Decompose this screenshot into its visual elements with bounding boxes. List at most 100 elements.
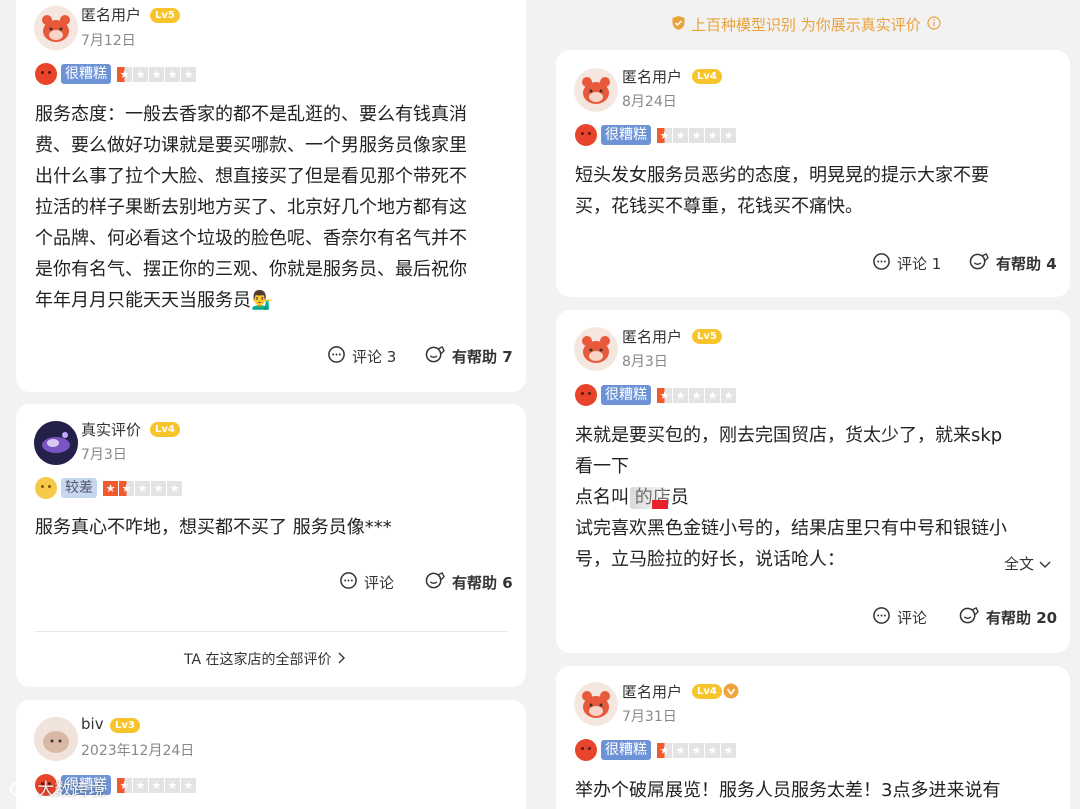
star-rating [657,387,737,403]
rating: 很糟糕 [575,739,737,761]
username[interactable]: 匿名用户 [622,66,682,87]
star-icon [103,480,118,496]
comment-button[interactable]: 评论 [872,606,927,629]
level-badge: Lv5 [692,329,722,344]
star-icon [117,66,132,82]
username[interactable]: 匿名用户 [622,326,682,347]
rating-label: 很糟糕 [61,64,111,84]
star-icon [673,387,688,403]
divider [35,631,507,632]
redaction-mark [652,500,668,509]
star-icon [151,480,166,496]
verified-badge-icon [723,683,739,703]
watermark: 大数跨境 [10,775,105,800]
avatar[interactable] [34,6,78,50]
helpful-button[interactable]: 有帮助 4 [969,252,1057,275]
rating-label: 很糟糕 [601,125,651,145]
avatar[interactable] [574,327,618,371]
angry-face-icon [575,124,597,146]
avatar[interactable] [574,682,618,726]
star-icon [721,742,736,758]
info-icon[interactable] [927,15,941,34]
comment-icon [327,345,346,368]
star-rating [657,127,737,143]
star-icon [165,777,180,793]
rating: 很糟糕 [575,124,737,146]
comment-button[interactable]: 评论 1 [872,252,941,275]
avatar[interactable] [34,717,78,761]
star-icon [165,66,180,82]
star-icon [689,127,704,143]
username[interactable]: 匿名用户 [622,681,682,702]
helpful-button[interactable]: 有帮助 7 [425,345,513,368]
comment-icon [872,606,891,629]
review-date: 7月12日 [81,33,136,49]
helpful-icon [959,606,980,629]
review-text: 服务态度：一般去香家的都不是乱逛的、要么有钱真消 费、要么做好功课就是要买哪款、一… [35,104,467,311]
star-icon [149,777,164,793]
star-icon [133,66,148,82]
star-icon [705,387,720,403]
level-badge: Lv5 [150,8,180,23]
star-icon [673,127,688,143]
star-icon [133,777,148,793]
star-icon [689,742,704,758]
expand-full-text-button[interactable]: 全文 [1004,553,1051,574]
review-date: 7月31日 [622,709,677,725]
star-icon [657,387,672,403]
star-icon [705,742,720,758]
angry-face-icon [35,63,57,85]
rating-label: 较差 [61,478,97,498]
avatar[interactable] [574,68,618,112]
review-date: 7月3日 [81,447,127,463]
chevron-right-icon [336,652,346,668]
comment-button[interactable]: 评论 [339,571,394,594]
review-date: 8月3日 [622,354,668,370]
level-badge: Lv3 [110,718,140,733]
comment-icon [872,252,891,275]
star-icon [149,66,164,82]
review-text: 服务真心不咋地，想买都不买了 服务员像*** [35,517,392,538]
chevron-down-icon [1039,555,1051,573]
helpful-icon [425,345,446,368]
level-badge: Lv4 [692,69,722,84]
star-rating [657,742,737,758]
authentic-review-note: 上百种模型识别 为你展示真实评价 [671,14,941,35]
star-icon [181,777,196,793]
username[interactable]: 匿名用户 [81,4,141,25]
avatar[interactable] [34,421,78,465]
username[interactable]: biv [81,715,104,733]
rating: 很糟糕 [35,63,197,85]
helpful-icon [969,252,990,275]
comment-button[interactable]: 评论 3 [327,345,396,368]
star-icon [119,480,134,496]
helpful-button[interactable]: 有帮助 20 [959,606,1057,629]
star-icon [181,66,196,82]
level-badge: Lv4 [150,422,180,437]
review-date: 8月24日 [622,94,677,110]
star-icon [673,742,688,758]
star-icon [167,480,182,496]
rating: 很糟糕 [575,384,737,406]
helpful-button[interactable]: 有帮助 6 [425,571,513,594]
star-icon [721,127,736,143]
helpful-icon [425,571,446,594]
star-icon [117,777,132,793]
star-rating [117,66,197,82]
star-rating [103,480,183,496]
rating-label: 很糟糕 [601,385,651,405]
level-badge: Lv4 [692,684,722,699]
review-date: 2023年12月24日 [81,743,195,759]
star-rating [117,777,197,793]
username[interactable]: 真实评价 [81,419,141,440]
star-icon [657,127,672,143]
review-text: 举办个破屌展览！服务人员服务太差！3点多进来说有 [575,780,1001,801]
rating-label: 很糟糕 [601,740,651,760]
star-icon [135,480,150,496]
review-text: 短头发女服务员恶劣的态度，明晃晃的提示大家不要 买，花钱买不尊重，花钱买不痛快。 [575,165,989,217]
show-all-reviews-link[interactable]: TA 在这家店的全部评价 [184,649,346,669]
angry-face-icon [575,384,597,406]
star-icon [705,127,720,143]
rating: 较差 [35,477,183,499]
star-icon [689,387,704,403]
